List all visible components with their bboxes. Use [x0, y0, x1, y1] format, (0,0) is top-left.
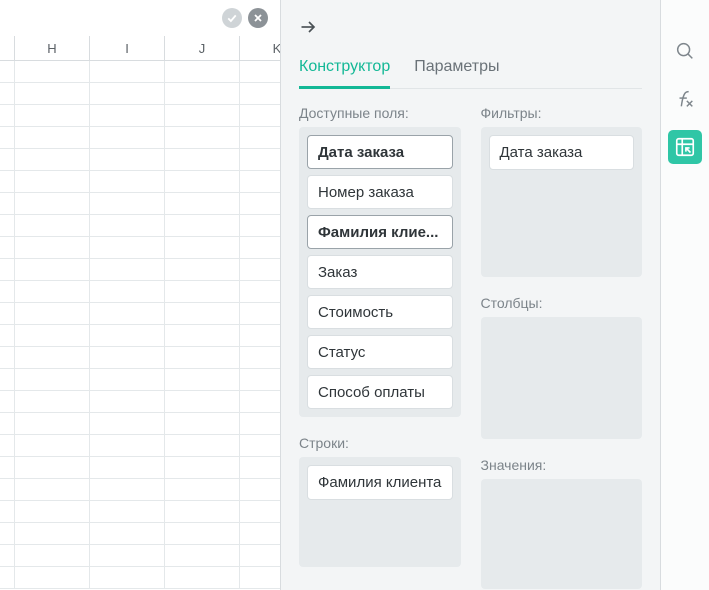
field-chip-order-number[interactable]: Номер заказа — [307, 175, 453, 209]
available-fields-label: Доступные поля: — [299, 105, 461, 121]
pivot-panel: Конструктор Параметры Доступные поля: Да… — [281, 0, 661, 590]
column-headers: H I J K — [0, 36, 280, 61]
panel-tabs: Конструктор Параметры — [299, 58, 642, 89]
filters-label: Фильтры: — [481, 105, 643, 121]
rows-label: Строки: — [299, 435, 461, 451]
search-icon[interactable] — [668, 34, 702, 68]
cancel-button[interactable] — [248, 8, 268, 28]
spreadsheet-grid[interactable]: H I J K — [0, 36, 280, 590]
tab-constructor[interactable]: Конструктор — [299, 58, 390, 89]
rows-zone[interactable]: Фамилия клиента — [299, 457, 461, 567]
field-chip-status[interactable]: Статус — [307, 335, 453, 369]
field-chip-payment[interactable]: Способ оплаты — [307, 375, 453, 409]
right-toolbar — [661, 0, 709, 590]
function-icon[interactable] — [668, 82, 702, 116]
confirm-button[interactable] — [222, 8, 242, 28]
filter-chip-order-date[interactable]: Дата заказа — [489, 135, 635, 170]
spreadsheet-area: H I J K — [0, 0, 281, 590]
field-chip-cost[interactable]: Стоимость — [307, 295, 453, 329]
values-zone[interactable] — [481, 479, 643, 589]
field-chip-order[interactable]: Заказ — [307, 255, 453, 289]
pivot-table-icon[interactable] — [668, 130, 702, 164]
column-header[interactable]: J — [165, 36, 240, 61]
values-label: Значения: — [481, 457, 643, 473]
column-header[interactable]: I — [90, 36, 165, 61]
available-fields-zone[interactable]: Дата заказа Номер заказа Фамилия клие...… — [299, 127, 461, 417]
row-chip-lastname[interactable]: Фамилия клиента — [307, 465, 453, 500]
tab-parameters[interactable]: Параметры — [414, 58, 499, 88]
columns-label: Столбцы: — [481, 295, 643, 311]
field-chip-order-date[interactable]: Дата заказа — [307, 135, 453, 169]
collapse-arrow-icon[interactable] — [299, 17, 319, 42]
column-header[interactable]: K — [240, 36, 281, 61]
column-header[interactable]: H — [15, 36, 90, 61]
filters-zone[interactable]: Дата заказа — [481, 127, 643, 277]
columns-zone[interactable] — [481, 317, 643, 439]
field-chip-lastname[interactable]: Фамилия клие... — [307, 215, 453, 249]
